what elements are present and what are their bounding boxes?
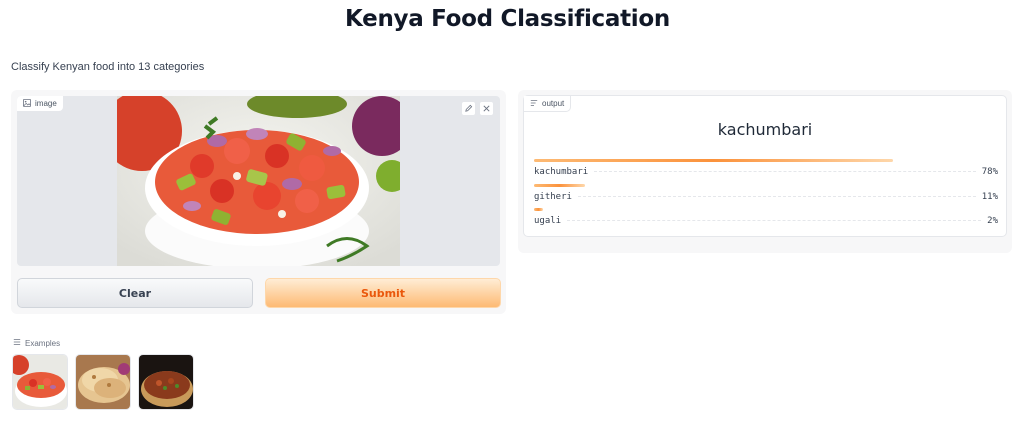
image-label-chip: image — [17, 96, 64, 112]
example-kachumbari[interactable] — [12, 354, 68, 410]
clear-button[interactable]: Clear — [17, 278, 253, 308]
image-upload[interactable]: image — [17, 96, 500, 266]
example-stew[interactable] — [138, 354, 194, 410]
confidence-label: ugali — [534, 216, 562, 226]
input-panel: image Clear Submit — [11, 90, 506, 314]
label-icon — [530, 99, 538, 109]
confidence-label: githeri — [534, 192, 572, 202]
examples-gallery — [12, 354, 194, 410]
confidence-value: 11% — [981, 192, 998, 202]
example-chapati[interactable] — [75, 354, 131, 410]
page-description: Classify Kenyan food into 13 categories — [11, 61, 205, 73]
output-box: output kachumbari kachumbari 78% githeri… — [523, 95, 1007, 237]
image-icon — [23, 98, 31, 109]
output-label: output — [542, 99, 565, 108]
uploaded-food-image — [117, 96, 400, 266]
page-title: Kenya Food Classification — [345, 6, 670, 32]
confidence-row: kachumbari 78% — [534, 159, 998, 177]
examples-label: Examples — [25, 338, 61, 348]
confidence-value: 78% — [981, 167, 998, 177]
list-icon — [13, 338, 21, 348]
examples-header: Examples — [13, 338, 60, 348]
output-label-chip: output — [524, 96, 572, 112]
output-panel: output kachumbari kachumbari 78% githeri… — [518, 90, 1012, 253]
confidence-label: kachumbari — [534, 167, 589, 177]
image-label: image — [35, 99, 57, 108]
close-icon[interactable] — [479, 101, 494, 116]
confidence-row: ugali 2% — [534, 208, 998, 226]
submit-button[interactable]: Submit — [265, 278, 501, 308]
edit-icon[interactable] — [461, 101, 476, 116]
confidence-bar — [534, 159, 893, 162]
confidence-bar — [534, 208, 544, 211]
confidence-bar — [534, 184, 585, 187]
confidence-value: 2% — [987, 216, 998, 226]
confidence-row: githeri 11% — [534, 184, 998, 202]
top-prediction: kachumbari — [717, 120, 813, 139]
